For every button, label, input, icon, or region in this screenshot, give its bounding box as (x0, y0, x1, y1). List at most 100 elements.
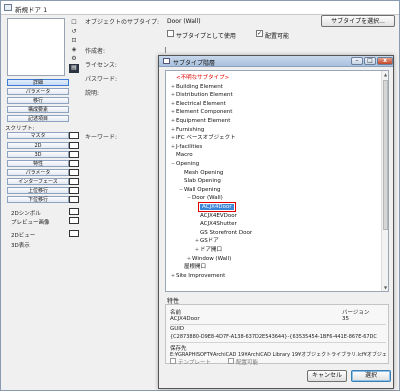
tree-item-label: Door (Wall) (192, 195, 223, 202)
subtype-tree[interactable]: ▲ ▼ <不明なサブタイプ> +Building Element +Distribu… (165, 70, 389, 292)
template-label: テンプレート (178, 360, 211, 366)
2d-symbol-window-icon[interactable] (69, 208, 79, 215)
tree-item[interactable]: −Wall Opening (178, 186, 221, 194)
placeable-label: 配置可能 (265, 33, 290, 40)
tree-scrollbar[interactable]: ▲ ▼ (381, 71, 388, 291)
license-label: ライセンス: (85, 62, 117, 69)
tree-item-label: Mesh Opening (184, 169, 224, 176)
tree-item[interactable]: +Distribution Element (170, 91, 233, 99)
tree-item-label: Site Improvement (176, 272, 226, 279)
fit-icon[interactable]: ⊡ (69, 37, 79, 46)
tree-item[interactable]: +Furnishing (170, 126, 205, 134)
script-3d-button[interactable]: 3D (7, 151, 69, 158)
tree-item-label: Building Element (176, 83, 223, 90)
refresh-icon[interactable]: ↺ (69, 28, 79, 37)
script-backward-migration-button[interactable]: 下位移行 (7, 196, 69, 203)
keywords-label: キーワード: (85, 134, 118, 141)
tree-item[interactable]: +J-facilities (170, 143, 202, 151)
tree-item[interactable]: GS Storefront Door (194, 229, 252, 237)
script-properties-window-icon[interactable] (69, 160, 79, 167)
tree-item[interactable]: Macro (170, 151, 193, 159)
author-field[interactable] (165, 47, 168, 53)
tree-item[interactable]: Slab Opening (178, 177, 221, 185)
script-master-window-icon[interactable] (69, 132, 79, 139)
tree-item[interactable]: +Electrical Element (170, 100, 226, 108)
2d-symbol-label[interactable]: 2Dシンボル (11, 209, 41, 217)
subtype-hierarchy-dialog: サブタイプ階層 – □ x ▲ ▼ <不明なサブタイプ> +Building El… (158, 55, 394, 389)
script-forward-migration-window-icon[interactable] (69, 187, 79, 194)
tree-item[interactable]: ACJX4EVDoor (194, 212, 237, 220)
script-forward-migration-button[interactable]: 上位移行 (7, 187, 69, 194)
tree-item[interactable]: Mesh Opening (178, 169, 223, 177)
tree-item-label: Opening (176, 161, 200, 167)
version-value: 35 (342, 316, 349, 322)
script-3d-window-icon[interactable] (69, 151, 79, 158)
select-button[interactable]: 選択 (351, 370, 391, 382)
3d-view-label[interactable]: 3D表示 (11, 241, 30, 249)
tree-item[interactable]: +Site Improvement (170, 272, 225, 280)
password-label: パスワード: (85, 76, 118, 83)
template-checkbox (170, 358, 176, 364)
select-subtype-button[interactable]: サブタイプを選択... (321, 15, 395, 27)
tree-item-label: Element Component (176, 109, 233, 116)
version-label: バージョン (342, 310, 370, 316)
preview-picture-label[interactable]: プレビュー画像 (11, 218, 50, 226)
tree-item[interactable]: +ドア開口 (194, 246, 222, 254)
tree-item-label: Electrical Element (176, 100, 226, 107)
tree-item[interactable]: +Building Element (170, 83, 223, 91)
tree-item[interactable]: ACJX4Shutter (194, 220, 237, 228)
tree-item[interactable]: +Window (Wall) (186, 255, 231, 263)
tree-item-label: ACJX4Shutter (200, 221, 237, 228)
tree-item[interactable]: +IFC ベースオブジェクト (170, 134, 236, 142)
script-master-button[interactable]: マスタ (7, 132, 69, 139)
tree-item-label: ドア開口 (200, 247, 223, 253)
tree-item-label: J-facilities (176, 143, 203, 150)
description-label: 説明: (85, 90, 100, 97)
script-interface-window-icon[interactable] (69, 178, 79, 185)
subtype-value: Door (Wall) (167, 18, 201, 25)
tree-item[interactable]: −Opening (170, 160, 199, 168)
tree-item[interactable]: +GSドア (194, 237, 219, 245)
scrollbar-thumb[interactable] (383, 80, 388, 230)
script-parameters-button[interactable]: パラメータ (7, 169, 69, 176)
tree-item[interactable]: 屋根開口 (178, 263, 206, 271)
dialog-titlebar: サブタイプ階層 – □ x (159, 56, 393, 67)
window-icon (4, 4, 12, 11)
tree-item-label: Furnishing (176, 126, 205, 133)
cancel-button[interactable]: キャンセル (307, 370, 347, 382)
script-parameters-window-icon[interactable] (69, 169, 79, 176)
tree-item[interactable]: +Element Component (170, 108, 233, 116)
tree-item[interactable]: <不明なサブタイプ> (170, 74, 229, 82)
preview-picture-window-icon[interactable] (69, 217, 79, 224)
minimize-button[interactable]: – (351, 57, 363, 65)
name-value: ACJX4Door (170, 316, 200, 322)
list-icon[interactable]: ▤ (69, 64, 79, 73)
script-2d-window-icon[interactable] (69, 142, 79, 149)
script-properties-button[interactable]: 特性 (7, 160, 69, 167)
render-icon[interactable]: ◈ (69, 46, 79, 55)
placeable-label-disabled: 配置可能 (236, 360, 259, 366)
details-button[interactable]: 詳細 (7, 79, 69, 86)
scroll-up-icon[interactable]: ▲ (382, 71, 388, 78)
components-button[interactable]: 構成要素 (7, 106, 69, 113)
tree-item-selected[interactable]: ACJX4Door (194, 202, 236, 212)
maximize-button[interactable]: □ (364, 57, 376, 65)
descriptors-button[interactable]: 記述項目 (7, 115, 69, 122)
parameters-button[interactable]: パラメータ (7, 88, 69, 95)
script-2d-button[interactable]: 2D (7, 142, 69, 149)
settings-icon[interactable]: ⚙ (69, 55, 79, 64)
use-as-subtype-checkbox[interactable] (167, 30, 174, 37)
tree-item[interactable]: −Door (Wall) (186, 194, 223, 202)
placeable-checkbox[interactable]: ✓ (256, 30, 263, 37)
dialog-icon (163, 58, 170, 64)
close-button[interactable]: x (377, 57, 393, 65)
tree-item[interactable]: +Equipment Element (170, 117, 230, 125)
subtype-label: オブジェクトのサブタイプ: (85, 19, 160, 26)
migration-button[interactable]: 移行 (7, 97, 69, 104)
script-backward-migration-window-icon[interactable] (69, 196, 79, 203)
2d-view-label[interactable]: 2Dビュー (11, 231, 35, 239)
scroll-down-icon[interactable]: ▼ (382, 284, 388, 291)
script-interface-button[interactable]: インターフェース (7, 178, 69, 185)
frame-icon[interactable]: ☐ (69, 19, 79, 28)
2d-view-window-icon[interactable] (69, 230, 79, 237)
